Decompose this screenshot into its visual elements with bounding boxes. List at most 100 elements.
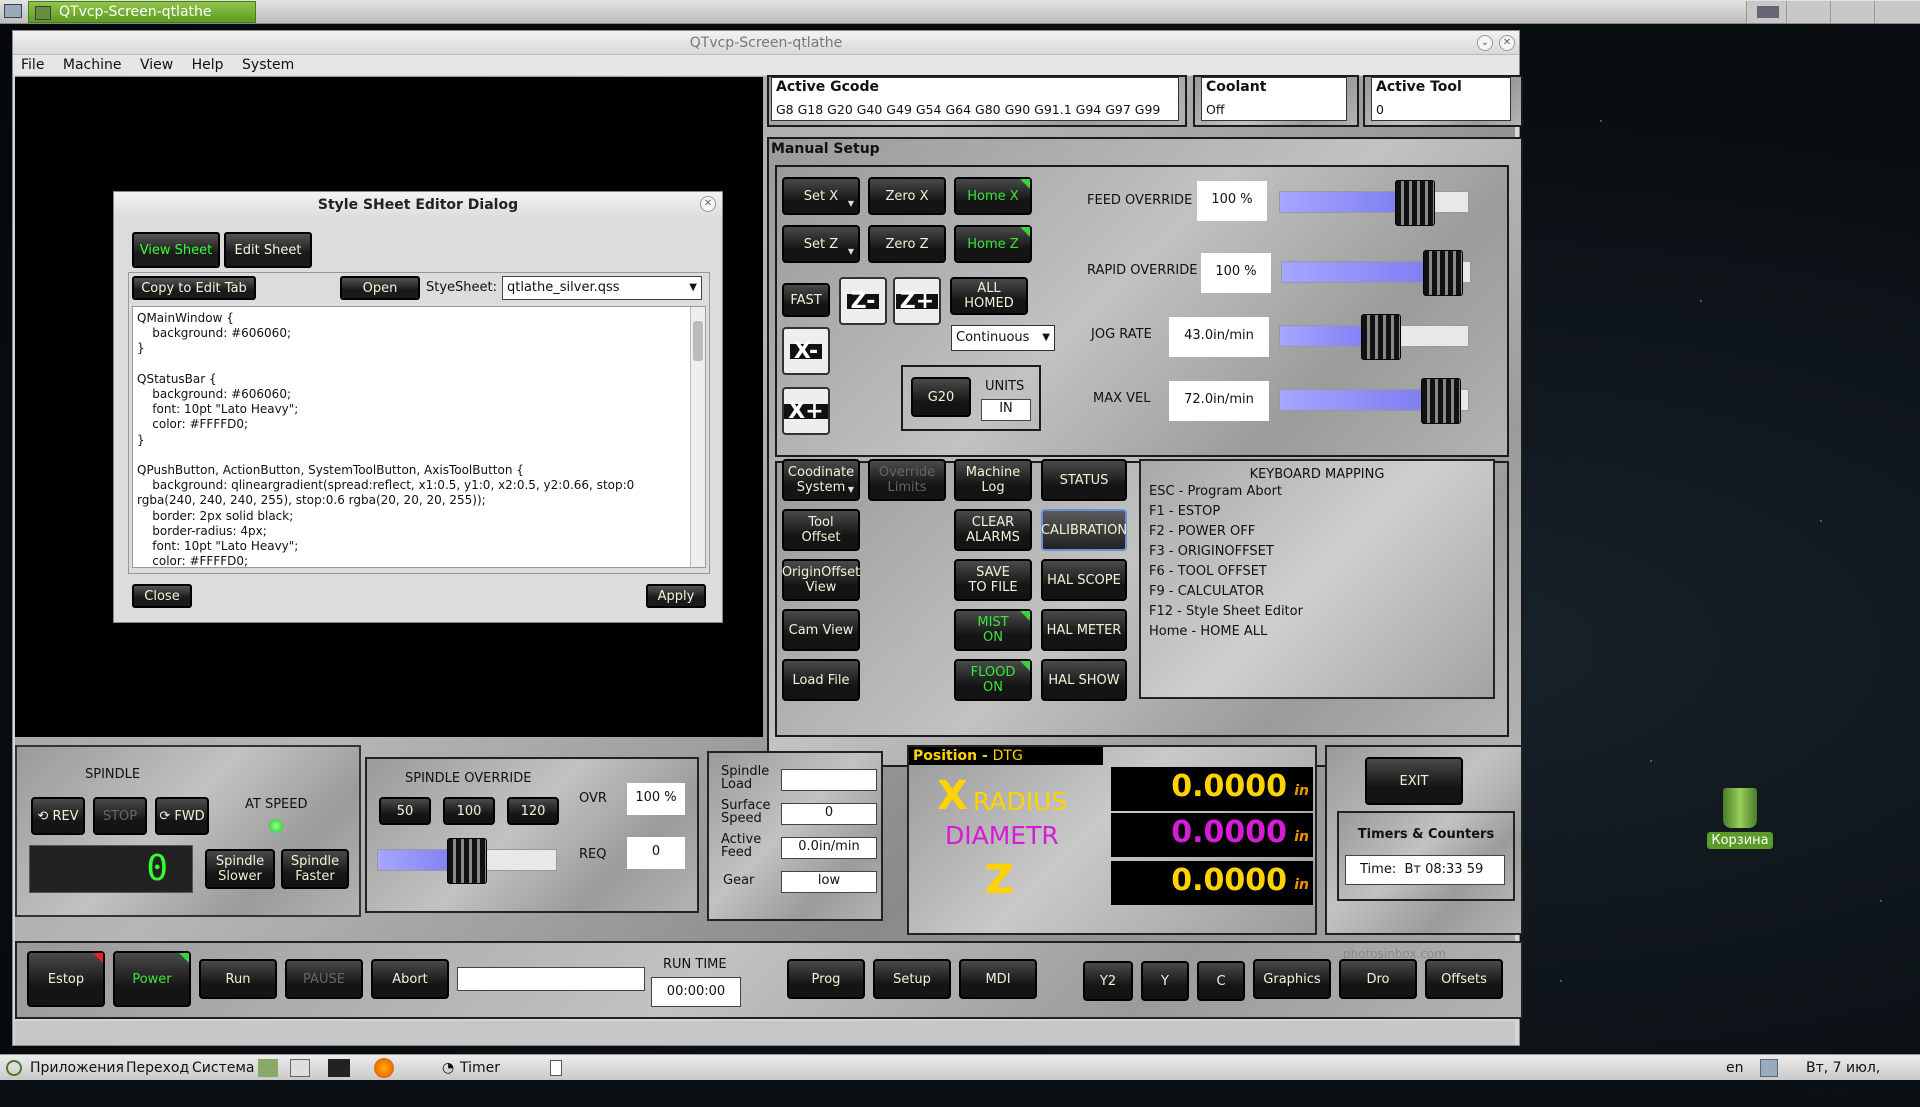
estop-button[interactable]: Estop xyxy=(27,951,105,1007)
copy-to-edit-tab-button[interactable]: Copy to Edit Tab xyxy=(132,276,256,300)
firefox-icon[interactable] xyxy=(374,1058,394,1078)
zero-x-button[interactable]: Zero X xyxy=(868,177,946,215)
window-titlebar[interactable]: QTvcp-Screen-qtlathe ⌄ ✕ xyxy=(13,31,1519,55)
scrollbar[interactable] xyxy=(690,307,705,567)
machine-log-button[interactable]: Machine Log xyxy=(954,459,1032,501)
taskbar-window-button[interactable]: QTvcp-Screen-qtlathe xyxy=(28,1,256,23)
home-z-button[interactable]: Home Z xyxy=(954,225,1032,263)
save-to-file-button[interactable]: SAVE TO FILE xyxy=(954,559,1032,601)
jog-mode-select[interactable]: Continuous ▼ xyxy=(951,325,1055,351)
spindle-forward-button[interactable]: ⟳ FWD xyxy=(155,797,209,835)
network-icon[interactable] xyxy=(1760,1059,1778,1077)
set-z-button[interactable]: Set Z ▼ xyxy=(782,225,860,263)
x-minus-jog-button[interactable]: X- xyxy=(782,327,830,375)
menu-help[interactable]: Help xyxy=(192,57,224,73)
timer-applet[interactable]: Timer xyxy=(460,1055,500,1081)
mdi-tab-button[interactable]: MDI xyxy=(959,959,1037,999)
places-menu[interactable]: Переход xyxy=(126,1055,189,1081)
coordinate-system-button[interactable]: Coodinate System ▼ xyxy=(782,459,860,501)
text-editor-icon[interactable] xyxy=(290,1059,310,1077)
hal-show-button[interactable]: HAL SHOW xyxy=(1041,659,1127,701)
jog-rate-slider[interactable] xyxy=(1279,314,1469,360)
scrollbar-thumb[interactable] xyxy=(693,321,703,361)
menu-file[interactable]: File xyxy=(21,57,44,73)
home-x-button[interactable]: Home X xyxy=(954,177,1032,215)
load-file-button[interactable]: Load File xyxy=(782,659,860,701)
origin-offset-view-button[interactable]: OriginOffset View xyxy=(782,559,860,601)
run-button[interactable]: Run xyxy=(199,959,277,999)
workspace-4[interactable] xyxy=(1874,1,1920,23)
open-button[interactable]: Open xyxy=(340,276,420,300)
dialog-titlebar[interactable]: Style SHeet Editor Dialog ✕ xyxy=(114,192,722,218)
power-button[interactable]: Power xyxy=(113,951,191,1007)
system-menu[interactable]: Система xyxy=(192,1055,254,1081)
close-icon[interactable]: ✕ xyxy=(700,196,716,212)
panel-clock[interactable]: Вт, 7 июл, 08:33 xyxy=(1806,1055,1920,1107)
mist-on-button[interactable]: MIST ON xyxy=(954,609,1032,651)
max-vel-slider[interactable] xyxy=(1279,378,1469,424)
slider-handle[interactable] xyxy=(1420,378,1461,424)
menu-machine[interactable]: Machine xyxy=(63,57,122,73)
exit-button[interactable]: EXIT xyxy=(1365,757,1463,805)
apply-button[interactable]: Apply xyxy=(646,584,706,608)
workspace-2[interactable] xyxy=(1786,1,1830,23)
applications-menu[interactable]: Приложения xyxy=(30,1055,124,1081)
y2-button[interactable]: Y2 xyxy=(1083,961,1133,1001)
setup-tab-button[interactable]: Setup xyxy=(873,959,951,999)
keyboard-layout[interactable]: en xyxy=(1726,1055,1744,1081)
z-minus-jog-button[interactable]: Z- xyxy=(839,277,887,325)
slider-handle[interactable] xyxy=(1422,250,1463,296)
trash-applet-icon[interactable] xyxy=(550,1060,562,1076)
graphics-button[interactable]: Graphics xyxy=(1253,959,1331,999)
close-button[interactable]: Close xyxy=(132,584,192,608)
spindle-reverse-button[interactable]: ⟲ REV xyxy=(31,797,85,835)
edit-sheet-tab[interactable]: Edit Sheet xyxy=(224,232,312,268)
menu-system[interactable]: System xyxy=(242,57,294,73)
cam-view-button[interactable]: Cam View xyxy=(782,609,860,651)
hal-meter-button[interactable]: HAL METER xyxy=(1041,609,1127,651)
stylesheet-text-view[interactable]: QMainWindow { background: #606060; } QSt… xyxy=(132,306,706,568)
mdi-command-input[interactable] xyxy=(457,967,645,991)
all-homed-button[interactable]: ALL HOMED xyxy=(950,277,1028,315)
stylesheet-select[interactable]: qtlathe_silver.qss ▼ xyxy=(502,276,702,300)
prog-tab-button[interactable]: Prog xyxy=(787,959,865,999)
spindle-stop-button[interactable]: STOP xyxy=(93,797,147,835)
clear-alarms-button[interactable]: CLEAR ALARMS xyxy=(954,509,1032,551)
set-x-button[interactable]: Set X ▼ xyxy=(782,177,860,215)
override-120-button[interactable]: 120 xyxy=(507,797,559,825)
workspace-1[interactable] xyxy=(1746,1,1786,23)
tool-offset-button[interactable]: Tool Offset xyxy=(782,509,860,551)
spindle-slower-button[interactable]: Spindle Slower xyxy=(205,849,275,889)
x-plus-jog-button[interactable]: X+ xyxy=(782,387,830,435)
feed-override-slider[interactable] xyxy=(1279,180,1469,226)
status-button[interactable]: STATUS xyxy=(1041,459,1127,501)
offsets-button[interactable]: Offsets xyxy=(1425,959,1503,999)
override-50-button[interactable]: 50 xyxy=(379,797,431,825)
window-menu-icon[interactable]: ⌄ xyxy=(1477,35,1493,51)
spindle-override-slider[interactable] xyxy=(377,838,557,884)
slider-handle[interactable] xyxy=(1395,180,1436,226)
launcher-icon[interactable] xyxy=(258,1059,278,1077)
y-button[interactable]: Y xyxy=(1141,961,1189,1001)
spindle-faster-button[interactable]: Spindle Faster xyxy=(281,849,349,889)
menu-view[interactable]: View xyxy=(140,57,173,73)
override-100-button[interactable]: 100 xyxy=(443,797,495,825)
override-limits-button[interactable]: Override Limits xyxy=(868,459,946,501)
z-plus-jog-button[interactable]: Z+ xyxy=(893,277,941,325)
zero-z-button[interactable]: Zero Z xyxy=(868,225,946,263)
view-sheet-tab[interactable]: View Sheet xyxy=(132,232,220,268)
show-desktop-icon[interactable] xyxy=(4,4,22,18)
hal-scope-button[interactable]: HAL SCOPE xyxy=(1041,559,1127,601)
workspace-3[interactable] xyxy=(1830,1,1874,23)
terminal-icon[interactable] xyxy=(328,1059,350,1077)
dro-button[interactable]: Dro xyxy=(1339,959,1417,999)
slider-handle[interactable] xyxy=(1361,314,1402,360)
abort-button[interactable]: Abort xyxy=(371,959,449,999)
g20-button[interactable]: G20 xyxy=(911,377,971,417)
rapid-override-slider[interactable] xyxy=(1281,250,1471,296)
close-icon[interactable]: ✕ xyxy=(1499,35,1515,51)
trash-desktop-icon[interactable]: Корзина xyxy=(1700,788,1780,849)
calibration-button[interactable]: CALIBRATION xyxy=(1041,509,1127,551)
c-button[interactable]: C xyxy=(1197,961,1245,1001)
slider-handle[interactable] xyxy=(447,838,487,884)
